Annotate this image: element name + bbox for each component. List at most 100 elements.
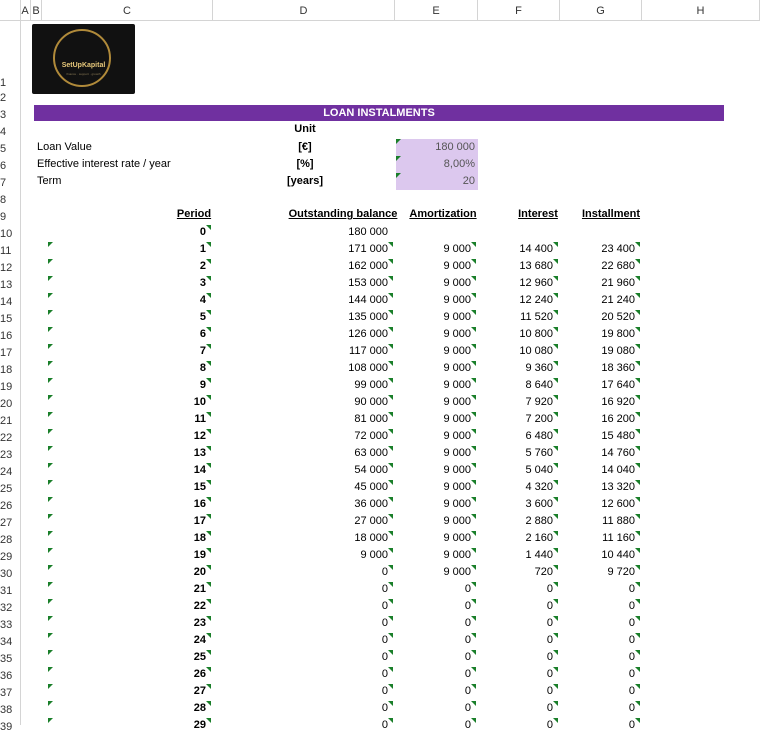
cell-amortization[interactable]: 9 000: [401, 496, 471, 513]
cell-period[interactable]: 12: [146, 428, 206, 445]
cell-interest[interactable]: 11 520: [483, 309, 553, 326]
row-header-13[interactable]: 13: [0, 278, 20, 292]
cell-installment[interactable]: 21 960: [565, 275, 635, 292]
cell-interest[interactable]: 0: [483, 700, 553, 717]
cell-amortization[interactable]: 9 000: [401, 462, 471, 479]
cell-installment[interactable]: 18 360: [565, 360, 635, 377]
cell-amortization[interactable]: 9 000: [401, 513, 471, 530]
cell-interest[interactable]: 0: [483, 615, 553, 632]
cell-installment[interactable]: 14 760: [565, 445, 635, 462]
column-header-g[interactable]: G: [560, 0, 642, 20]
cell-interest[interactable]: 4 320: [483, 479, 553, 496]
cell-interest[interactable]: 10 800: [483, 326, 553, 343]
cell-period[interactable]: 19: [146, 547, 206, 564]
sheet-title-banner[interactable]: LOAN INSTALMENTS: [34, 105, 724, 121]
cell-amortization[interactable]: 9 000: [401, 241, 471, 258]
cell-balance[interactable]: 180 000: [288, 224, 388, 241]
cell-installment[interactable]: 17 640: [565, 377, 635, 394]
input-value-cell[interactable]: 180 000: [396, 139, 478, 156]
cell-installment[interactable]: 0: [565, 615, 635, 632]
column-header-d[interactable]: D: [213, 0, 395, 20]
cell-period[interactable]: 22: [146, 598, 206, 615]
column-header-a[interactable]: A: [20, 0, 31, 20]
input-unit[interactable]: [€]: [280, 139, 330, 156]
cell-balance[interactable]: 99 000: [288, 377, 388, 394]
cell-installment[interactable]: 0: [565, 632, 635, 649]
cell-period[interactable]: 0: [146, 224, 206, 241]
cell-balance[interactable]: 27 000: [288, 513, 388, 530]
cell-balance[interactable]: 0: [288, 717, 388, 734]
cell-interest[interactable]: 1 440: [483, 547, 553, 564]
cell-period[interactable]: 28: [146, 700, 206, 717]
cell-balance[interactable]: 0: [288, 683, 388, 700]
cell-interest[interactable]: 0: [483, 598, 553, 615]
cell-period[interactable]: 4: [146, 292, 206, 309]
header-period[interactable]: Period: [170, 206, 218, 223]
cell-amortization[interactable]: 0: [401, 649, 471, 666]
cell-amortization[interactable]: [401, 224, 471, 241]
header-installment[interactable]: Installment: [578, 206, 644, 223]
cell-interest[interactable]: 0: [483, 683, 553, 700]
row-header-25[interactable]: 25: [0, 482, 20, 496]
cell-amortization[interactable]: 9 000: [401, 292, 471, 309]
cell-amortization[interactable]: 0: [401, 632, 471, 649]
cell-interest[interactable]: 3 600: [483, 496, 553, 513]
row-header-18[interactable]: 18: [0, 363, 20, 377]
cell-balance[interactable]: 9 000: [288, 547, 388, 564]
cell-interest[interactable]: 10 080: [483, 343, 553, 360]
cell-installment[interactable]: 0: [565, 666, 635, 683]
cell-balance[interactable]: 0: [288, 700, 388, 717]
cell-interest[interactable]: 2 880: [483, 513, 553, 530]
input-label[interactable]: Effective interest rate / year: [37, 156, 171, 173]
cell-balance[interactable]: 117 000: [288, 343, 388, 360]
cell-period[interactable]: 27: [146, 683, 206, 700]
cell-period[interactable]: 21: [146, 581, 206, 598]
cell-period[interactable]: 7: [146, 343, 206, 360]
cell-installment[interactable]: 20 520: [565, 309, 635, 326]
column-header-e[interactable]: E: [395, 0, 478, 20]
row-header-2[interactable]: 2: [0, 91, 20, 105]
row-header-22[interactable]: 22: [0, 431, 20, 445]
cell-interest[interactable]: 5 040: [483, 462, 553, 479]
cell-interest[interactable]: 6 480: [483, 428, 553, 445]
cell-period[interactable]: 10: [146, 394, 206, 411]
column-header-f[interactable]: F: [478, 0, 560, 20]
row-header-37[interactable]: 37: [0, 686, 20, 700]
cell-balance[interactable]: 0: [288, 581, 388, 598]
row-header-20[interactable]: 20: [0, 397, 20, 411]
select-all-corner[interactable]: [0, 0, 21, 20]
cell-interest[interactable]: 720: [483, 564, 553, 581]
cell-period[interactable]: 8: [146, 360, 206, 377]
cell-installment[interactable]: 16 920: [565, 394, 635, 411]
cell-period[interactable]: 14: [146, 462, 206, 479]
cell-installment[interactable]: 19 800: [565, 326, 635, 343]
cell-balance[interactable]: 0: [288, 666, 388, 683]
input-unit[interactable]: [years]: [280, 173, 330, 190]
cell-balance[interactable]: 171 000: [288, 241, 388, 258]
cell-balance[interactable]: 36 000: [288, 496, 388, 513]
row-header-29[interactable]: 29: [0, 550, 20, 564]
unit-header[interactable]: Unit: [280, 121, 330, 138]
cell-interest[interactable]: 7 200: [483, 411, 553, 428]
cell-installment[interactable]: 0: [565, 581, 635, 598]
cell-balance[interactable]: 81 000: [288, 411, 388, 428]
cell-installment[interactable]: [565, 224, 635, 241]
cell-balance[interactable]: 63 000: [288, 445, 388, 462]
row-header-14[interactable]: 14: [0, 295, 20, 309]
cell-installment[interactable]: 13 320: [565, 479, 635, 496]
cell-balance[interactable]: 162 000: [288, 258, 388, 275]
cell-amortization[interactable]: 9 000: [401, 411, 471, 428]
cell-amortization[interactable]: 0: [401, 683, 471, 700]
row-header-24[interactable]: 24: [0, 465, 20, 479]
input-value-cell[interactable]: 8,00%: [396, 156, 478, 173]
cell-installment[interactable]: 9 720: [565, 564, 635, 581]
cell-amortization[interactable]: 9 000: [401, 445, 471, 462]
cell-amortization[interactable]: 9 000: [401, 360, 471, 377]
column-header-c[interactable]: C: [42, 0, 213, 20]
row-header-7[interactable]: 7: [0, 176, 20, 190]
cell-amortization[interactable]: 9 000: [401, 394, 471, 411]
cell-amortization[interactable]: 9 000: [401, 428, 471, 445]
cell-period[interactable]: 13: [146, 445, 206, 462]
cell-installment[interactable]: 0: [565, 649, 635, 666]
cell-amortization[interactable]: 0: [401, 581, 471, 598]
